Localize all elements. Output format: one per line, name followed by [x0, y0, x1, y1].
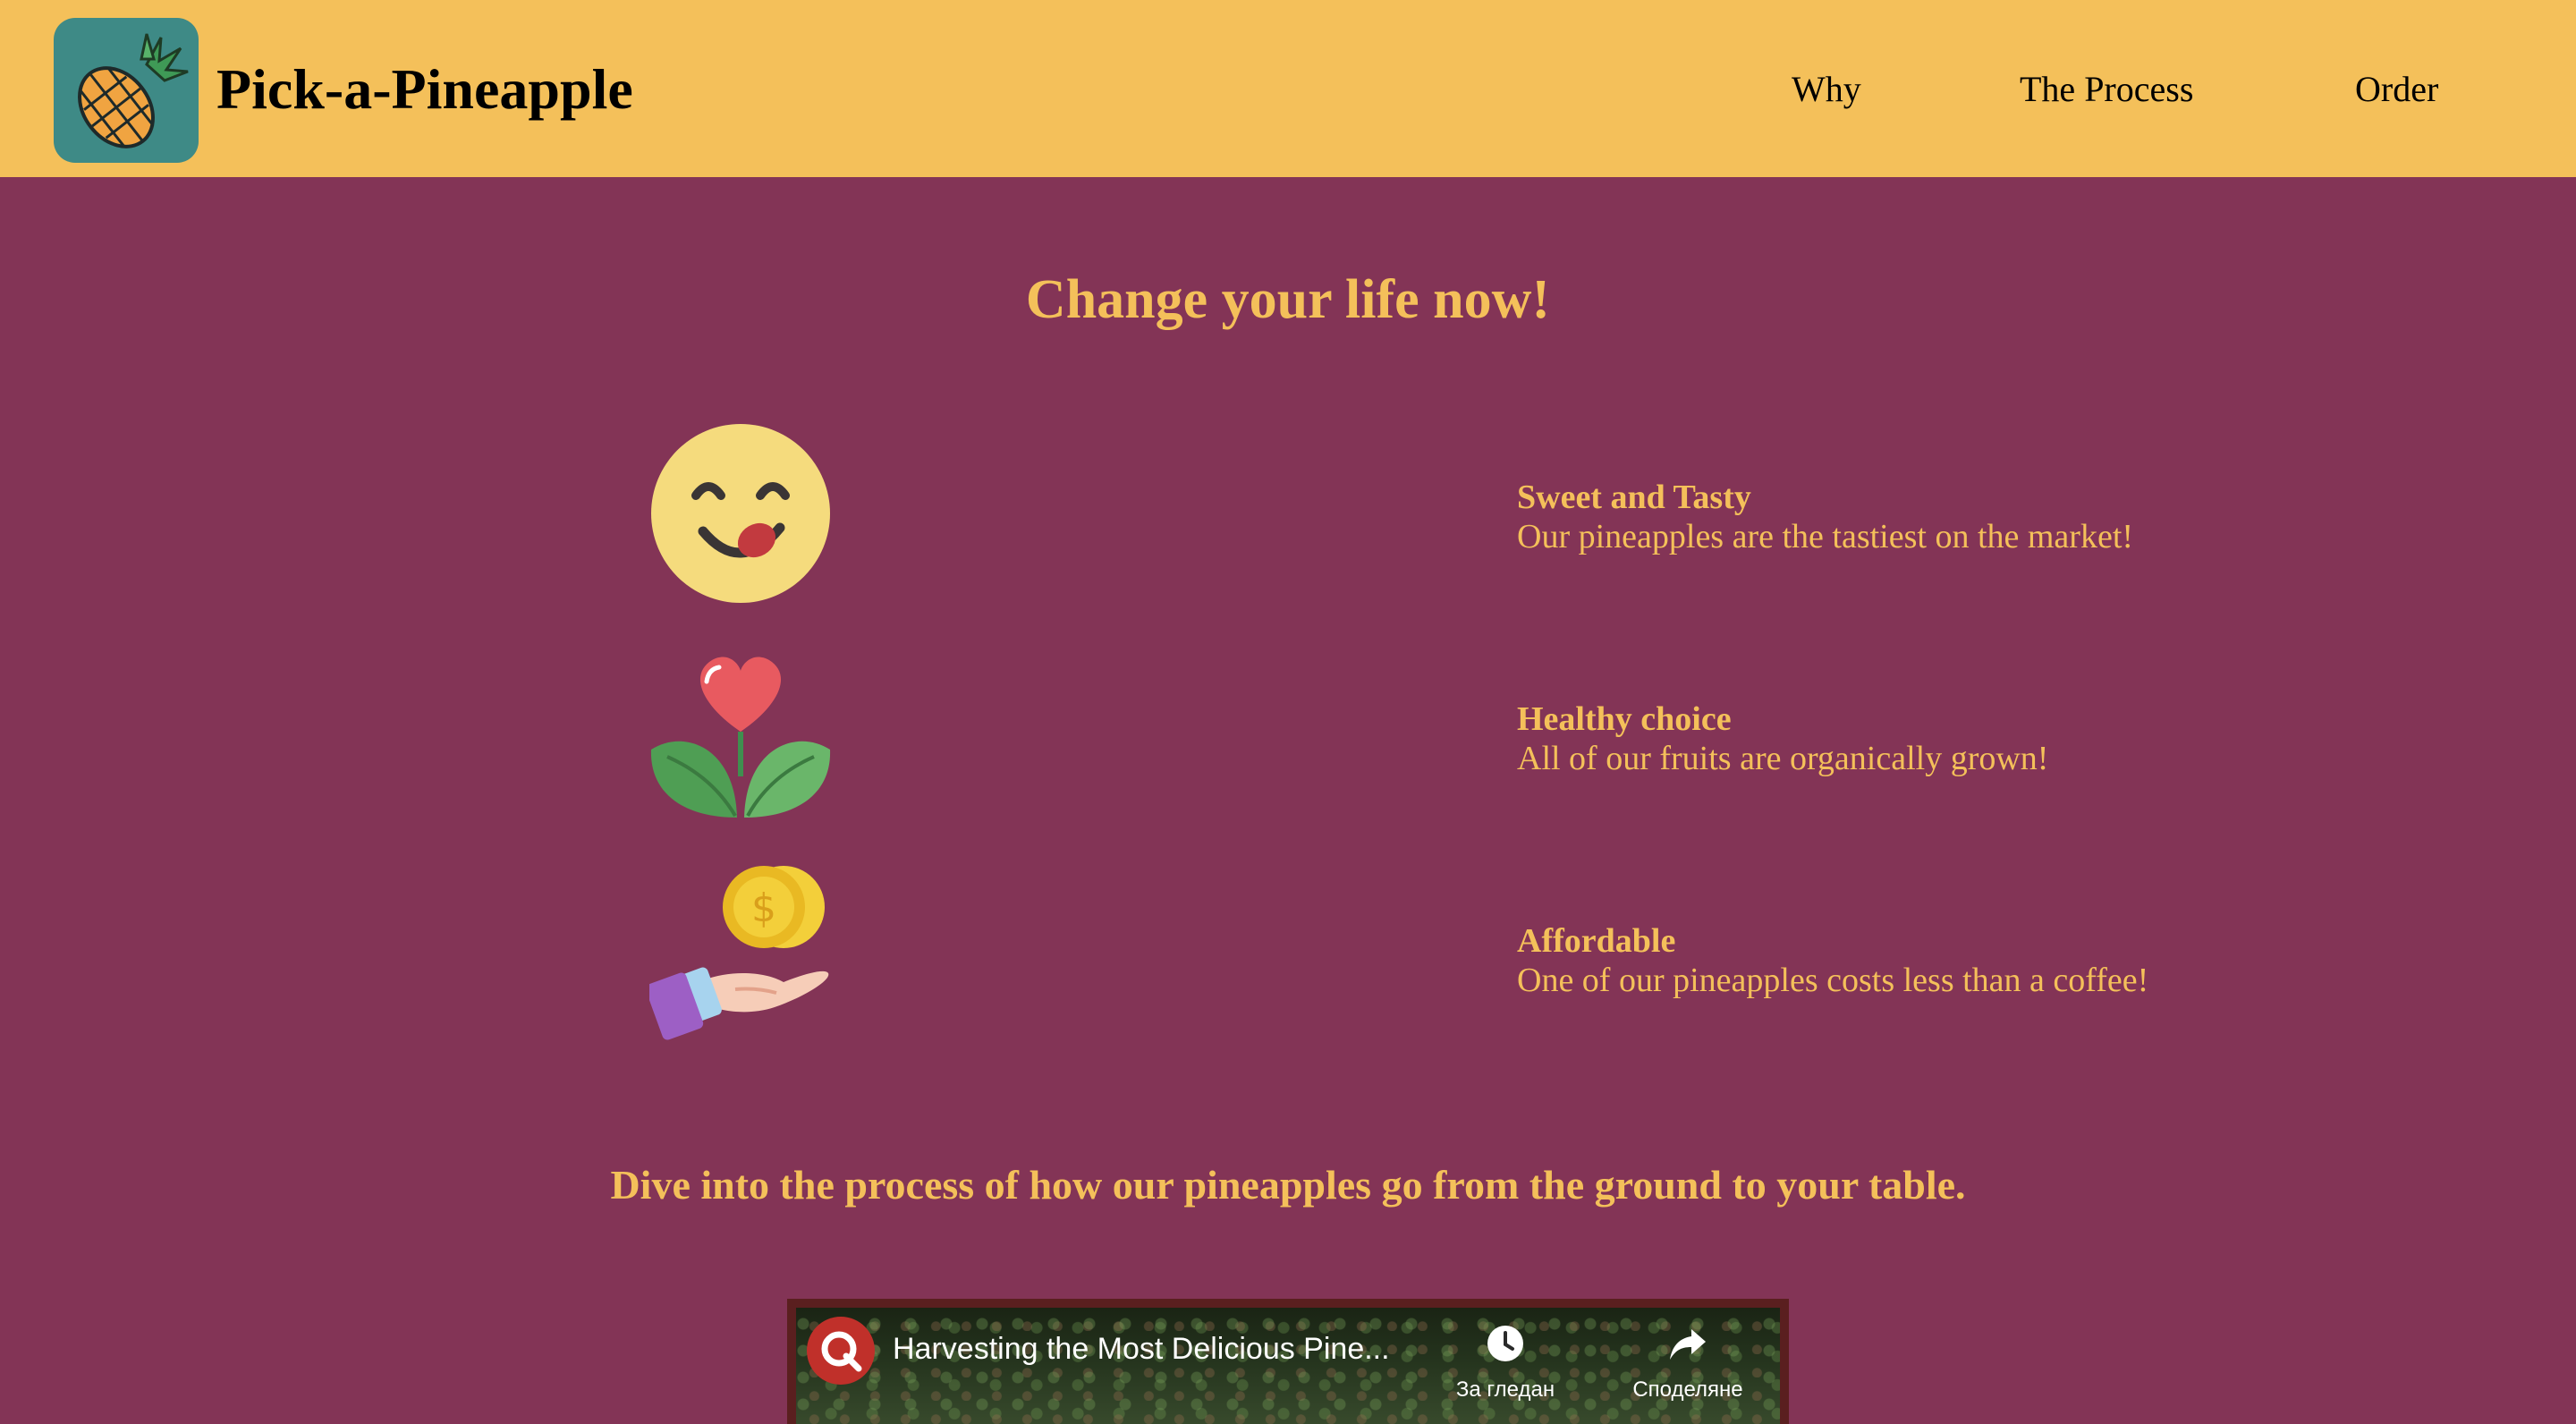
heart-plant-icon	[649, 642, 832, 825]
feature-healthy-choice: Healthy choice All of our fruits are org…	[1517, 699, 2048, 778]
feature-title: Affordable	[1517, 922, 1676, 960]
feature-sweet-and-tasty: Sweet and Tasty Our pineapples are the t…	[1517, 478, 2133, 556]
video-title[interactable]: Harvesting the Most Delicious Pine...	[893, 1331, 1390, 1367]
site-header: Pick-a-Pineapple Why The Process Order	[0, 0, 2576, 177]
feature-affordable: Affordable One of our pineapples costs l…	[1517, 921, 2148, 1000]
pineapple-icon	[78, 33, 189, 148]
channel-avatar[interactable]	[807, 1317, 875, 1385]
video-embed[interactable]: Harvesting the Most Delicious Pine... За…	[787, 1299, 1789, 1424]
coin-hand-icon: $	[645, 864, 832, 1047]
feature-description: All of our fruits are organically grown!	[1517, 740, 2049, 777]
share-button[interactable]: Споделяне	[1621, 1324, 1755, 1403]
feature-description: One of our pineapples costs less than a …	[1517, 962, 2149, 999]
share-label: Споделяне	[1632, 1377, 1743, 1402]
feature-title: Healthy choice	[1517, 700, 1732, 738]
channel-logo-icon	[821, 1331, 862, 1372]
nav-link-why[interactable]: Why	[1792, 63, 1861, 116]
yummy-face-icon	[649, 422, 832, 605]
process-heading: Dive into the process of how our pineapp…	[610, 1162, 1966, 1208]
feature-description: Our pineapples are the tastiest on the m…	[1517, 518, 2134, 555]
nav-link-order[interactable]: Order	[2355, 63, 2438, 116]
watch-later-button[interactable]: За гледан	[1438, 1324, 1572, 1403]
share-icon	[1670, 1329, 1706, 1360]
video-frame[interactable]: Harvesting the Most Delicious Pine... За…	[796, 1308, 1780, 1424]
hero-heading: Change your life now!	[1025, 269, 1551, 330]
pineapple-logo[interactable]	[54, 18, 199, 163]
site-title: Pick-a-Pineapple	[216, 57, 633, 121]
clock-icon	[1487, 1326, 1523, 1361]
feature-title: Sweet and Tasty	[1517, 479, 1751, 516]
svg-text:$: $	[751, 886, 776, 931]
watch-later-label: За гледан	[1455, 1377, 1555, 1402]
nav-link-the-process[interactable]: The Process	[2020, 63, 2193, 116]
